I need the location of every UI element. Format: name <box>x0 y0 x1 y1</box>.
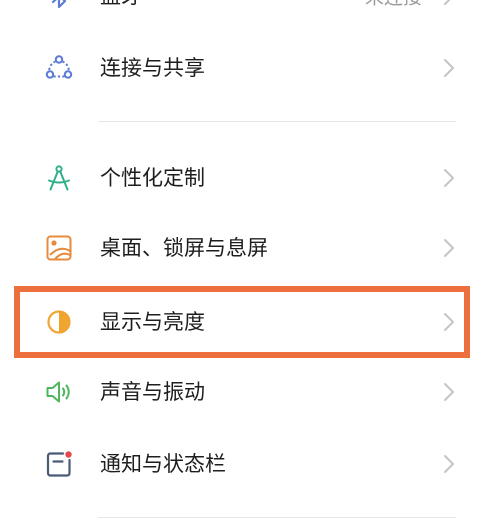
notification-icon <box>44 449 74 479</box>
chevron-right-icon <box>440 237 458 259</box>
settings-item-label: 个性化定制 <box>100 166 205 190</box>
settings-item-bluetooth[interactable]: 蓝牙 未连接 <box>0 0 494 26</box>
personalization-icon <box>44 163 74 193</box>
chevron-right-icon <box>440 57 458 79</box>
settings-item-personalization[interactable]: 个性化定制 <box>0 148 494 208</box>
settings-item-label: 通知与状态栏 <box>100 452 226 476</box>
brightness-icon <box>44 307 74 337</box>
settings-item-sound-vibration[interactable]: 声音与振动 <box>0 362 494 422</box>
settings-item-connection-sharing[interactable]: 连接与共享 <box>0 38 494 98</box>
settings-screen: 蓝牙 未连接 连接与共享 <box>0 0 494 520</box>
bluetooth-icon <box>44 0 74 11</box>
settings-item-notification-statusbar[interactable]: 通知与状态栏 <box>0 434 494 494</box>
settings-item-display-brightness[interactable]: 显示与亮度 <box>0 292 494 352</box>
section-divider <box>98 121 456 122</box>
chevron-right-icon <box>440 0 458 7</box>
settings-item-label: 桌面、锁屏与息屏 <box>100 236 268 260</box>
bluetooth-status: 未连接 <box>365 0 422 10</box>
section-divider <box>98 517 456 518</box>
chevron-right-icon <box>440 167 458 189</box>
settings-item-label: 声音与振动 <box>100 380 205 404</box>
chevron-right-icon <box>440 381 458 403</box>
wallpaper-icon <box>44 233 74 263</box>
speaker-icon <box>44 377 74 407</box>
chevron-right-icon <box>440 311 458 333</box>
settings-item-label: 连接与共享 <box>100 56 205 80</box>
connection-sharing-icon <box>44 53 74 83</box>
settings-item-label: 蓝牙 <box>100 0 142 8</box>
chevron-right-icon <box>440 453 458 475</box>
settings-item-label: 显示与亮度 <box>100 310 205 334</box>
settings-item-desktop-lockscreen[interactable]: 桌面、锁屏与息屏 <box>0 218 494 278</box>
